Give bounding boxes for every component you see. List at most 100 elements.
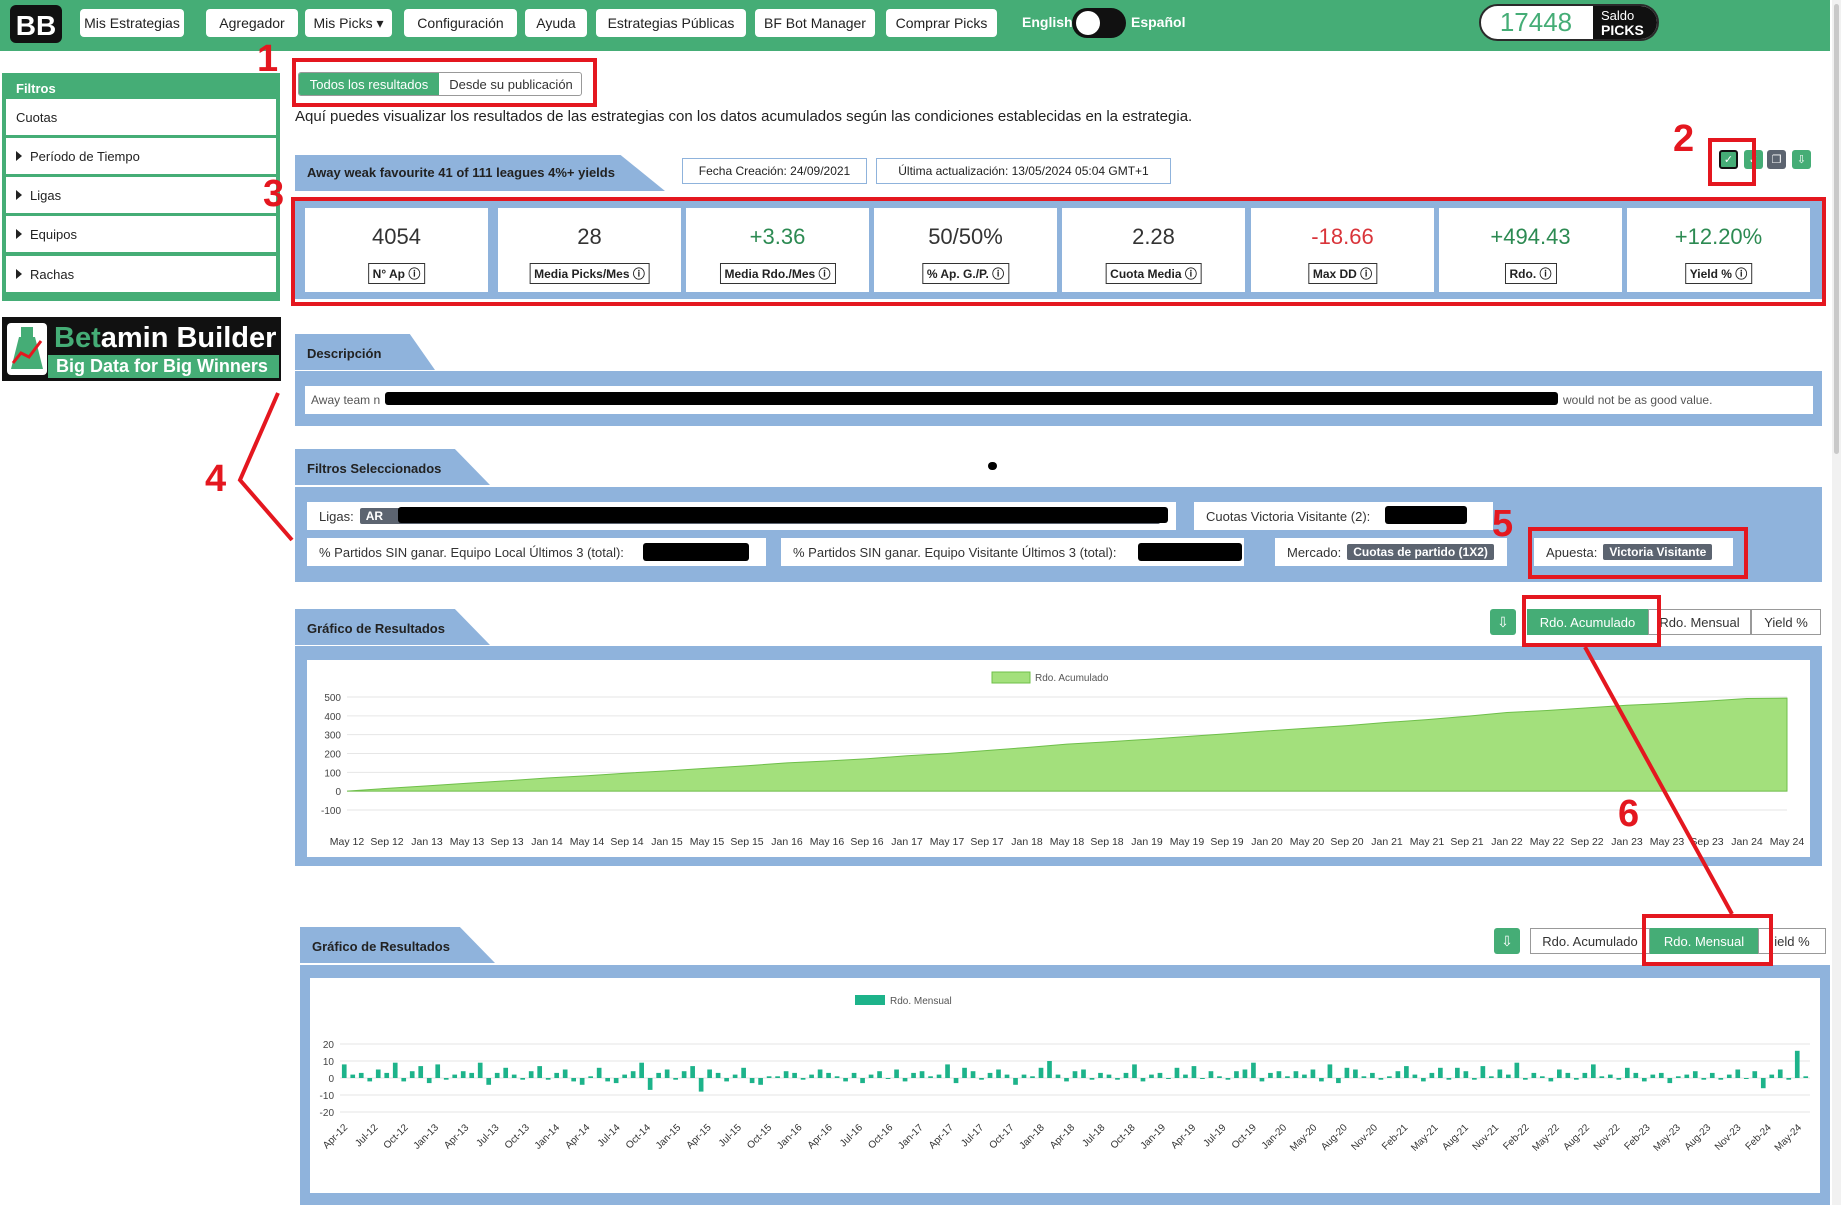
- monthly-bar: [1319, 1078, 1324, 1082]
- monthly-bar: [1259, 1078, 1265, 1082]
- btn-rdo-mensual[interactable]: Rdo. Mensual: [1648, 609, 1751, 635]
- legend-swatch: [991, 671, 1031, 684]
- monthly-bar: [1743, 1078, 1749, 1079]
- nav-item[interactable]: Agregador: [206, 9, 298, 37]
- btn-rdo-acumulado[interactable]: Rdo. Acumulado: [1530, 928, 1650, 954]
- monthly-bar: [1106, 1074, 1112, 1078]
- betamin-builder-banner[interactable]: Betamin Builder Big Data for Big Winners: [2, 317, 281, 381]
- filter-rachas[interactable]: Rachas: [6, 256, 276, 292]
- monthly-bar: [494, 1072, 500, 1078]
- monthly-bar: [477, 1062, 483, 1078]
- nav-item[interactable]: Estrategias Públicas: [596, 9, 746, 37]
- monthly-bar: [1624, 1067, 1630, 1078]
- monthly-bar: [613, 1078, 619, 1084]
- redaction-bar: [1385, 506, 1467, 524]
- x-tick-label: May 22: [1530, 836, 1565, 848]
- monthly-bar: [1353, 1069, 1358, 1078]
- lang-spanish-label[interactable]: Español: [1131, 14, 1185, 30]
- intro-text: Aquí puedes visualizar los resultados de…: [295, 108, 1193, 125]
- y-tick-label: -10: [320, 1091, 335, 1102]
- brand-tagline: Big Data for Big Winners: [48, 355, 279, 378]
- y-tick-label: 0: [328, 1074, 334, 1085]
- x-tick-label: Aug-23: [1683, 1122, 1714, 1153]
- monthly-bar: [1709, 1072, 1715, 1078]
- monthly-bar: [1021, 1074, 1027, 1078]
- monthly-bar: [1208, 1071, 1214, 1078]
- x-tick-label: Jul-13: [475, 1122, 502, 1149]
- x-tick-label: Jul-14: [596, 1122, 623, 1149]
- monthly-bar: [1055, 1074, 1061, 1078]
- monthly-bar: [953, 1078, 959, 1084]
- filter-ligas[interactable]: Ligas: [6, 177, 276, 213]
- x-tick-label: Jan 21: [1371, 836, 1403, 848]
- filter-cuotas[interactable]: Cuotas: [6, 99, 276, 135]
- monthly-results-chart: 20100-10-20Apr-12 Jul-12 Oct-12 Jan-13 Apr-1…: [320, 995, 1810, 1154]
- x-tick-label: Jan 23: [1611, 836, 1643, 848]
- nav-item[interactable]: Comprar Picks: [886, 9, 997, 37]
- monthly-bar: [1378, 1078, 1384, 1080]
- monthly-bar: [1013, 1078, 1018, 1085]
- x-tick-label: Jul-19: [1202, 1122, 1229, 1149]
- filter-equipos[interactable]: Equipos: [6, 216, 276, 252]
- monthly-bar: [1166, 1078, 1171, 1079]
- monthly-bar: [1361, 1076, 1367, 1078]
- picks-balance[interactable]: 17448 Saldo PICKS: [1479, 4, 1659, 41]
- legend-label[interactable]: Rdo. Acumulado: [1035, 673, 1109, 684]
- x-tick-label: Apr-18: [1048, 1122, 1077, 1151]
- monthly-bar: [1777, 1069, 1783, 1078]
- x-tick-label: May 16: [810, 836, 845, 848]
- monthly-bar: [792, 1072, 797, 1078]
- scrollbar-thumb[interactable]: [1834, 4, 1839, 454]
- chart1-area: 500 400 300 200 100 0 -100 May 12 Sep 12 Jan 13 Ma…: [307, 660, 1810, 857]
- nav-item[interactable]: Mis Estrategias: [80, 9, 184, 37]
- copy-icon[interactable]: ❐: [1767, 150, 1786, 169]
- monthly-bar: [443, 1078, 449, 1080]
- monthly-bar: [1760, 1078, 1766, 1089]
- monthly-bar: [1123, 1072, 1129, 1078]
- x-tick-label: Jan 22: [1491, 836, 1523, 848]
- monthly-bar: [970, 1071, 976, 1078]
- chart-download-icon[interactable]: ⇩: [1494, 928, 1520, 954]
- monthly-bar: [1132, 1064, 1137, 1078]
- nav-item[interactable]: BF Bot Manager: [755, 9, 875, 37]
- chart-download-icon[interactable]: ⇩: [1490, 609, 1516, 635]
- monthly-bar: [1455, 1067, 1460, 1078]
- monthly-bar: [1030, 1076, 1035, 1078]
- x-tick-label: Aug-20: [1319, 1122, 1350, 1153]
- x-tick-label: Oct-19: [1230, 1122, 1259, 1151]
- nav-item[interactable]: Ayuda: [525, 9, 587, 37]
- x-tick-label: Jan-14: [533, 1122, 563, 1152]
- monthly-bar: [1599, 1076, 1605, 1078]
- monthly-bar: [452, 1074, 458, 1078]
- legend-label[interactable]: Rdo. Mensual: [890, 996, 952, 1007]
- filter-periodo[interactable]: Período de Tiempo: [6, 138, 276, 174]
- monthly-bar: [868, 1074, 874, 1078]
- x-tick-label: Jul-18: [1080, 1122, 1107, 1149]
- monthly-bar: [1523, 1078, 1528, 1080]
- y-tick-label: 200: [324, 750, 341, 761]
- x-tick-label: May 13: [450, 836, 485, 848]
- x-tick-label: Jan 14: [531, 836, 563, 848]
- y-tick-label: 10: [323, 1057, 335, 1068]
- annotation-box-6a: [1522, 595, 1661, 647]
- monthly-bar: [1556, 1069, 1562, 1078]
- site-logo[interactable]: BB: [10, 5, 62, 43]
- annotation-box-3: [291, 197, 1826, 306]
- monthly-bar: [1242, 1069, 1248, 1078]
- btn-yield[interactable]: Yield %: [1751, 609, 1821, 635]
- lang-english-label[interactable]: English: [1022, 14, 1073, 30]
- monthly-bar: [1497, 1069, 1503, 1078]
- y-tick-label: -100: [321, 806, 341, 817]
- monthly-bar: [1276, 1071, 1282, 1078]
- annotation-box-2: [1708, 138, 1756, 186]
- monthly-bar: [1183, 1074, 1188, 1078]
- monthly-bar: [1506, 1074, 1511, 1078]
- nav-item[interactable]: Mis Picks ▾: [305, 9, 392, 37]
- language-toggle[interactable]: [1072, 8, 1126, 38]
- y-tick-label: 20: [323, 1040, 335, 1051]
- download-icon[interactable]: ⇩: [1792, 150, 1811, 169]
- nav-item[interactable]: Configuración: [404, 9, 517, 37]
- caret-right-icon: [16, 269, 22, 279]
- monthly-bar: [1650, 1074, 1656, 1078]
- x-tick-label: Jul-12: [353, 1122, 380, 1149]
